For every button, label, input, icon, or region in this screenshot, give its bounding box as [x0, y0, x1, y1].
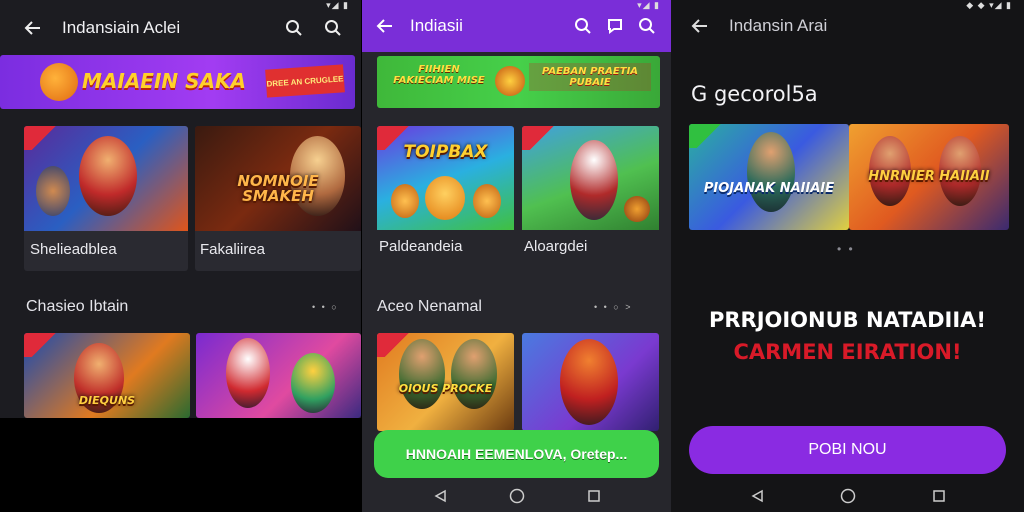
- recents-square-icon[interactable]: [584, 486, 604, 506]
- game-card[interactable]: [196, 333, 361, 418]
- search-icon[interactable]: [322, 17, 344, 39]
- new-ribbon: [24, 126, 58, 150]
- search-icon[interactable]: [572, 15, 594, 37]
- new-ribbon: [522, 126, 556, 150]
- back-triangle-icon[interactable]: [430, 486, 450, 506]
- character-art: [291, 353, 335, 413]
- game-card[interactable]: Shelieadblea: [24, 126, 188, 271]
- game-card[interactable]: OIOUS PROCKE: [377, 333, 514, 431]
- banner-badge[interactable]: DREE AN CRUGLEE: [265, 64, 345, 98]
- character-art: [560, 339, 618, 425]
- coin-icon: [624, 196, 650, 222]
- chat-icon[interactable]: [604, 15, 626, 37]
- section-title: Chasieo Ibtain: [26, 298, 129, 315]
- game-title: Aloargdei: [524, 238, 588, 255]
- screen-right: ◆ ◆ ▾◢ ▮ Indansin Arai G gecorol5a PIOJA…: [671, 0, 1024, 512]
- game-card[interactable]: TOIPBAX Paldeandeia: [377, 126, 514, 261]
- more-indicator[interactable]: • • ○ >: [594, 302, 633, 312]
- promo-banner[interactable]: FIIHIEN FAKIECIAM MISE PAEBAN PRAETIA PU…: [377, 56, 660, 108]
- character-art: [451, 339, 497, 409]
- character-art: [425, 176, 465, 220]
- page-title: Indiasii: [410, 16, 463, 35]
- home-circle-icon[interactable]: [507, 486, 527, 506]
- system-nav-bar: [362, 482, 672, 510]
- new-ribbon: [377, 333, 411, 357]
- game-card[interactable]: NOMNOIE SMAKEH Fakaliirea: [195, 126, 361, 271]
- fox-mascot-icon: [40, 63, 78, 101]
- black-overlay: [0, 418, 361, 512]
- banner-title: MAIAEIN SAKA: [82, 69, 246, 93]
- character-art: [747, 132, 795, 212]
- new-ribbon: [689, 124, 723, 148]
- game-logo: PIOJANAK NAIIAIE: [703, 181, 835, 196]
- carousel-card[interactable]: HNRNIER HAIIAII: [849, 124, 1009, 230]
- game-logo: HNRNIER HAIIAII: [868, 169, 990, 184]
- back-arrow-icon[interactable]: [22, 17, 44, 39]
- carousel-dots: • •: [837, 242, 855, 256]
- primary-button[interactable]: POBI NOU: [689, 426, 1006, 474]
- more-indicator[interactable]: • • ○: [312, 302, 339, 312]
- game-card[interactable]: [522, 333, 659, 431]
- game-logo: DIEQUNS: [78, 394, 136, 407]
- character-art: [473, 184, 501, 218]
- character-art: [570, 140, 618, 220]
- app-bar: Indiasii: [362, 4, 672, 48]
- cta-button[interactable]: HNNOAIH EEMENLOVA, Oretep...: [374, 430, 659, 478]
- game-card[interactable]: Aloargdei: [522, 126, 659, 261]
- banner-title-left: FIIHIEN FAKIECIAM MISE: [393, 64, 485, 86]
- character-art: [79, 136, 137, 216]
- page-title: Indansin Arai: [729, 16, 828, 35]
- character-art: [391, 184, 419, 218]
- character-art: [36, 166, 70, 216]
- game-card[interactable]: DIEQUNS: [24, 333, 190, 418]
- home-circle-icon[interactable]: [838, 486, 858, 506]
- promo-banner[interactable]: MAIAEIN SAKA DREE AN CRUGLEE: [0, 55, 355, 109]
- section-title: Aceo Nenamal: [377, 298, 482, 315]
- back-arrow-icon[interactable]: [374, 15, 396, 37]
- app-bar: Indansin Arai: [671, 4, 1024, 48]
- carousel-card[interactable]: PIOJANAK NAIIAIE: [689, 124, 849, 230]
- recents-square-icon[interactable]: [929, 486, 949, 506]
- new-ribbon: [377, 126, 411, 150]
- game-title: Shelieadblea: [30, 241, 117, 258]
- page-subtitle: G gecorol5a: [691, 82, 818, 106]
- mascot-icon: [495, 66, 525, 96]
- game-logo: NOMNOIE SMAKEH: [237, 172, 319, 205]
- headline: PRRJOIONUB NATADIIA!: [708, 308, 987, 332]
- search-icon[interactable]: [636, 15, 658, 37]
- back-triangle-icon[interactable]: [747, 486, 767, 506]
- headline-accent: CARMEN EIRATION!: [733, 340, 962, 364]
- screen-middle: ▾◢ ▮ Indiasii FIIHIEN FAKIECIAM MISE PAE…: [361, 0, 673, 512]
- search-icon[interactable]: [283, 17, 305, 39]
- page-title: Indansiain Aclei: [62, 18, 181, 37]
- new-ribbon: [24, 333, 58, 357]
- back-arrow-icon[interactable]: [689, 15, 711, 37]
- screen-left: ▾◢ ▮ Indansiain Aclei MAIAEIN SAKA DREE …: [0, 0, 361, 512]
- system-nav-bar: [671, 482, 1024, 510]
- game-title: Fakaliirea: [200, 241, 266, 258]
- game-title: Paldeandeia: [379, 238, 463, 255]
- banner-title-right: PAEBAN PRAETIA PUBAIE: [529, 63, 651, 91]
- app-bar: Indansiain Aclei: [0, 6, 361, 50]
- character-art: [226, 338, 270, 408]
- game-logo: OIOUS PROCKE: [398, 382, 493, 395]
